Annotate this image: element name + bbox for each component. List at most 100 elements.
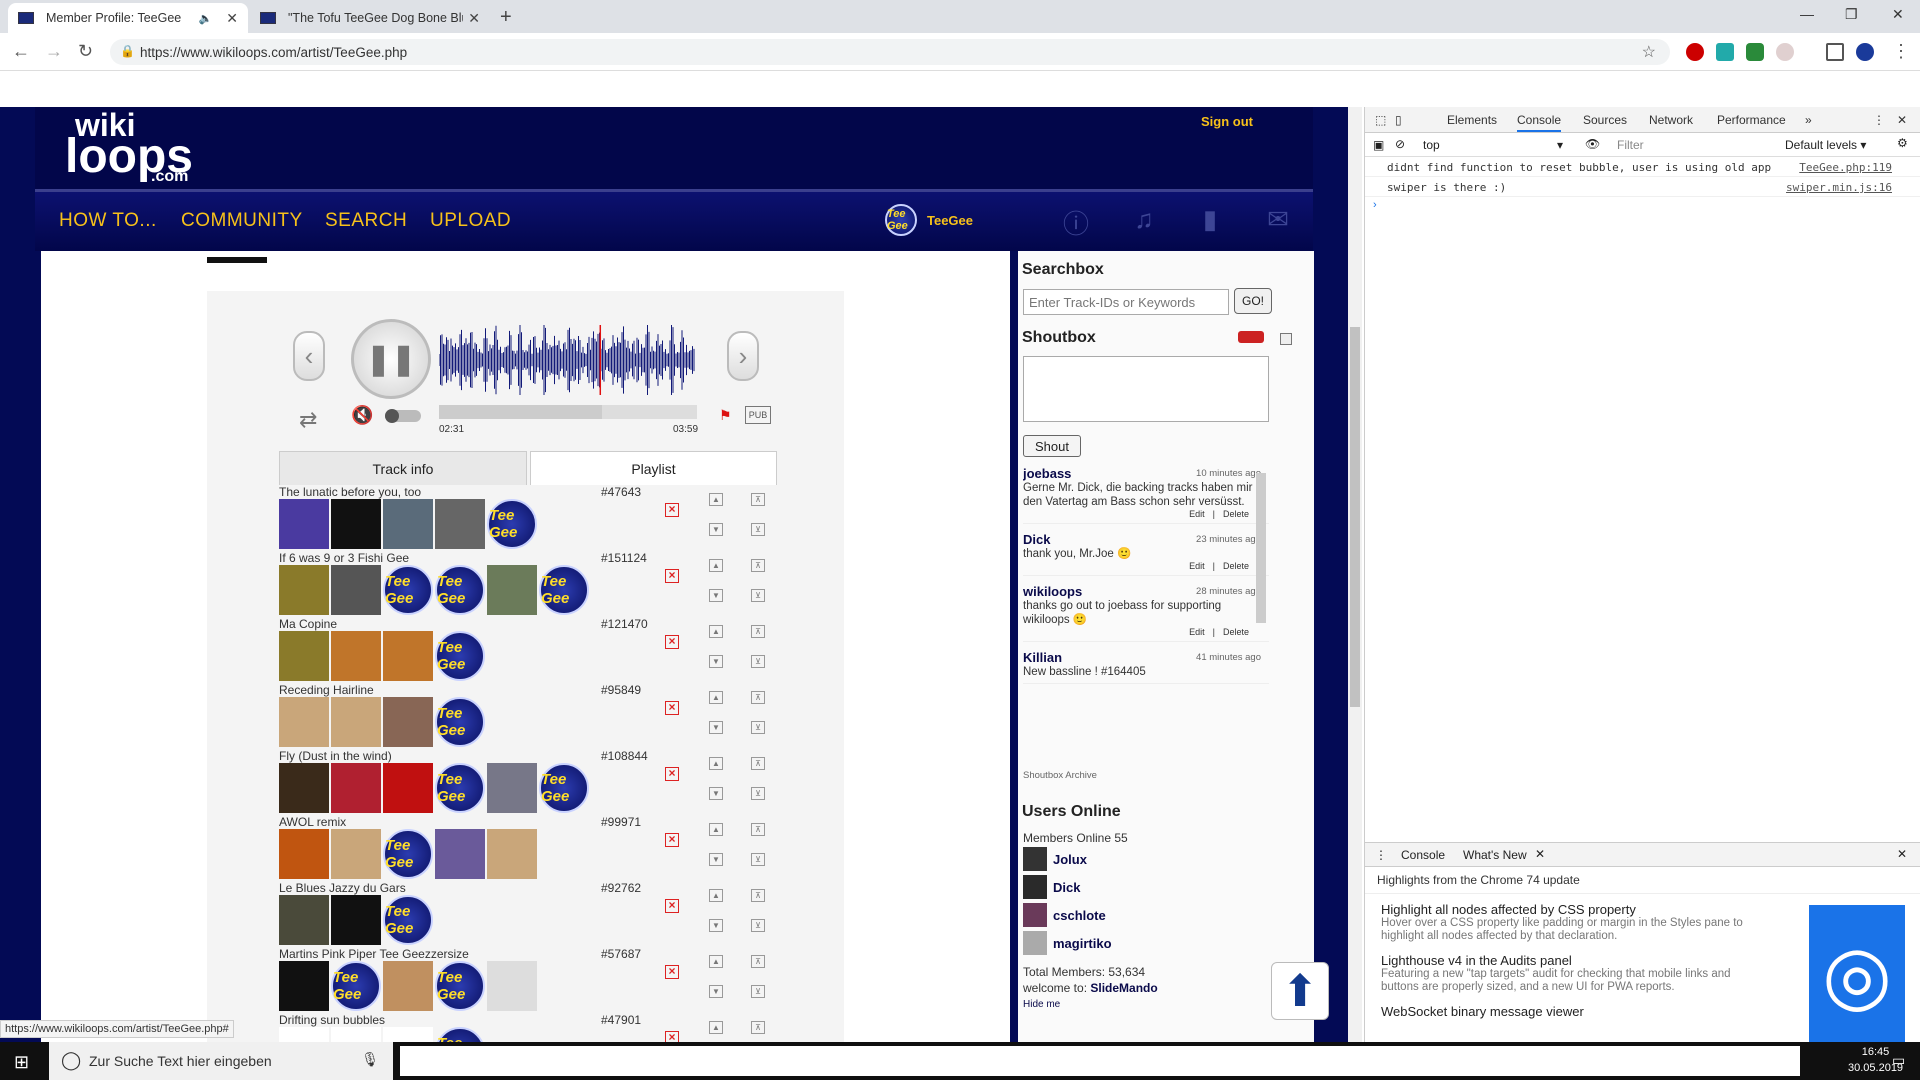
devtools-tab-performance[interactable]: Performance	[1717, 113, 1786, 127]
move-top-icon[interactable]: ⊼	[751, 889, 765, 902]
sofa-icon[interactable]	[1238, 331, 1264, 343]
move-top-icon[interactable]: ⊼	[751, 757, 765, 770]
teegee-avatar[interactable]: Tee Gee	[435, 1027, 485, 1042]
musician-thumb[interactable]	[331, 829, 381, 879]
move-bottom-icon[interactable]: ⊻	[751, 721, 765, 734]
move-down-icon[interactable]: ▼	[709, 853, 723, 866]
track-title[interactable]: Receding Hairline	[279, 683, 374, 697]
devtools-tab-network[interactable]: Network	[1649, 113, 1693, 127]
teegee-avatar[interactable]: Tee Gee	[383, 895, 433, 945]
move-top-icon[interactable]: ⊼	[751, 823, 765, 836]
playlist-row[interactable]: If 6 was 9 or 3 Fishi Gee #151124 Tee Ge…	[279, 551, 779, 617]
translate-icon[interactable]	[1716, 43, 1734, 61]
minimize-button[interactable]: —	[1800, 6, 1814, 22]
shout-edit-link[interactable]: Edit	[1189, 627, 1205, 637]
musician-thumb[interactable]	[279, 763, 329, 813]
remove-track-icon[interactable]: ×	[665, 503, 679, 517]
taskbar-search[interactable]: ◯ Zur Suche Text hier eingeben 🎙	[49, 1042, 393, 1080]
musician-thumb[interactable]	[279, 499, 329, 549]
musician-thumb[interactable]	[383, 697, 433, 747]
taskbar-app-strip[interactable]	[400, 1046, 1800, 1076]
tab-track[interactable]: "The Tofu TeeGee Dog Bone Blue ✕	[250, 3, 490, 33]
pause-button[interactable]: ❚❚	[351, 319, 431, 399]
close-tab-icon[interactable]: ✕	[468, 10, 480, 27]
musician-thumb[interactable]	[487, 961, 537, 1011]
console-source-link[interactable]: swiper.min.js:16	[1786, 181, 1892, 194]
move-up-icon[interactable]: ▲	[709, 889, 723, 902]
sign-out-link[interactable]: Sign out	[1201, 114, 1253, 129]
more-tabs-icon[interactable]: »	[1805, 113, 1812, 127]
track-title[interactable]: Martins Pink Piper Tee Geezzersize	[279, 947, 469, 961]
bookmark-icon[interactable]: ▮	[1193, 204, 1227, 238]
search-go-button[interactable]: GO!	[1234, 288, 1272, 314]
hide-me-link[interactable]: Hide me	[1023, 999, 1060, 1010]
remove-track-icon[interactable]: ×	[665, 701, 679, 715]
track-title[interactable]: Fly (Dust in the wind)	[279, 749, 392, 763]
music-note-icon[interactable]: ♫	[1127, 204, 1161, 238]
teegee-avatar[interactable]: Tee Gee	[435, 697, 485, 747]
shoutbox-archive-link[interactable]: Shoutbox Archive	[1023, 770, 1097, 781]
move-down-icon[interactable]: ▼	[709, 589, 723, 602]
musician-thumb[interactable]	[435, 499, 485, 549]
move-bottom-icon[interactable]: ⊻	[751, 985, 765, 998]
menu-community[interactable]: COMMUNITY	[181, 210, 303, 232]
musician-thumb[interactable]	[331, 763, 381, 813]
shout-delete-link[interactable]: Delete	[1223, 509, 1249, 519]
musician-thumb[interactable]	[487, 829, 537, 879]
move-up-icon[interactable]: ▲	[709, 955, 723, 968]
teegee-avatar[interactable]: Tee Gee	[331, 961, 381, 1011]
remove-track-icon[interactable]: ×	[665, 635, 679, 649]
move-bottom-icon[interactable]: ⊻	[751, 523, 765, 536]
extension-icon[interactable]	[1776, 43, 1794, 61]
playlist-row[interactable]: AWOL remix #99971 Tee Gee × ▲ ▼ ⊼ ⊻	[279, 815, 779, 881]
musician-thumb[interactable]	[279, 1027, 329, 1042]
move-down-icon[interactable]: ▼	[709, 523, 723, 536]
musician-thumb[interactable]	[487, 763, 537, 813]
back-button[interactable]: ←	[12, 41, 30, 62]
track-title[interactable]: The lunatic before you, too	[279, 485, 421, 499]
user-profile-link[interactable]: Tee Gee TeeGee	[885, 204, 973, 236]
remove-track-icon[interactable]: ×	[665, 1031, 679, 1042]
console-source-link[interactable]: TeeGee.php:119	[1799, 161, 1892, 174]
flag-icon[interactable]: ⚑	[719, 407, 732, 424]
move-up-icon[interactable]: ▲	[709, 823, 723, 836]
shout-button[interactable]: Shout	[1023, 435, 1081, 457]
tab-member-profile[interactable]: Member Profile: TeeGee 🔈 ✕	[8, 3, 248, 33]
remove-track-icon[interactable]: ×	[665, 899, 679, 913]
playlist-row[interactable]: The lunatic before you, too #47643 Tee G…	[279, 485, 779, 551]
remove-track-icon[interactable]: ×	[665, 767, 679, 781]
bookmark-star-icon[interactable]: ☆	[1642, 42, 1656, 62]
musician-thumb[interactable]	[435, 829, 485, 879]
devtools-tab-console[interactable]: Console	[1517, 113, 1562, 132]
teegee-avatar[interactable]: Tee Gee	[435, 961, 485, 1011]
whats-new-item[interactable]: Highlight all nodes affected by CSS prop…	[1381, 902, 1769, 943]
teegee-avatar[interactable]: Tee Gee	[539, 763, 589, 813]
address-bar[interactable]: 🔒 https://www.wikiloops.com/artist/TeeGe…	[110, 39, 1670, 65]
shuffle-icon[interactable]: ⇄	[299, 407, 317, 433]
musician-thumb[interactable]	[279, 895, 329, 945]
teegee-avatar[interactable]: Tee Gee	[487, 499, 537, 549]
console-prompt[interactable]: ›	[1365, 197, 1920, 213]
menu-how-to[interactable]: HOW TO...	[59, 210, 157, 232]
move-top-icon[interactable]: ⊼	[751, 955, 765, 968]
online-user[interactable]: Jolux	[1023, 845, 1269, 873]
profile-avatar[interactable]	[1856, 43, 1874, 61]
move-bottom-icon[interactable]: ⊻	[751, 655, 765, 668]
adblock-icon[interactable]	[1686, 43, 1704, 61]
musician-thumb[interactable]	[279, 565, 329, 615]
context-selector[interactable]: top ▾	[1423, 138, 1563, 152]
shield-extension-icon[interactable]	[1746, 43, 1764, 61]
move-top-icon[interactable]: ⊼	[751, 691, 765, 704]
previous-button[interactable]: ‹	[293, 331, 325, 381]
musician-thumb[interactable]	[331, 697, 381, 747]
wikiloops-logo[interactable]: wiki loops .com	[65, 109, 193, 185]
teegee-avatar[interactable]: Tee Gee	[435, 631, 485, 681]
teegee-avatar[interactable]: Tee Gee	[435, 565, 485, 615]
move-up-icon[interactable]: ▲	[709, 493, 723, 506]
new-tab-button[interactable]: +	[500, 6, 512, 29]
clear-console-icon[interactable]: ⊘	[1395, 137, 1405, 151]
playlist-row[interactable]: Ma Copine #121470 Tee Gee × ▲ ▼ ⊼ ⊻	[279, 617, 779, 683]
remove-track-icon[interactable]: ×	[665, 569, 679, 583]
cast-icon[interactable]	[1826, 43, 1844, 61]
next-button[interactable]: ›	[727, 331, 759, 381]
